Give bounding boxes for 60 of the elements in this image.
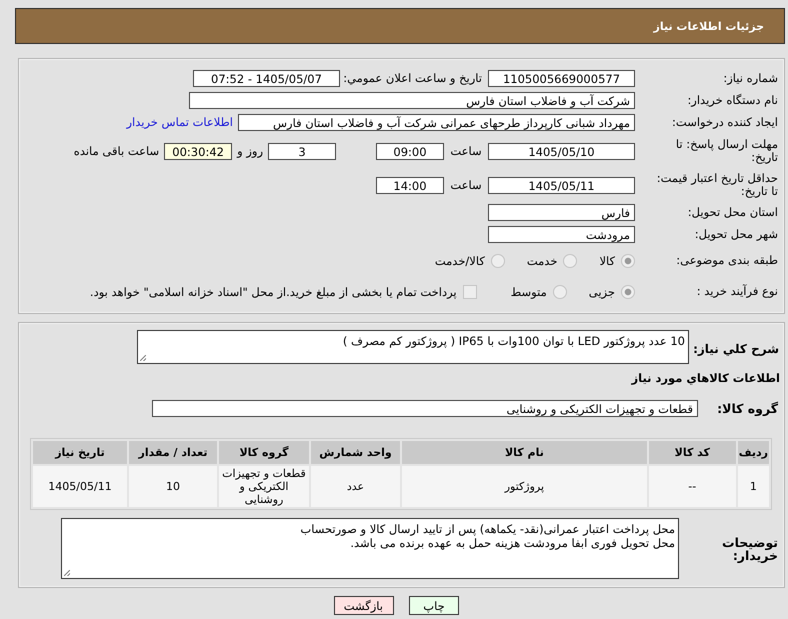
description-text: 10 عدد پروژکتور LED با توان 100وات با IP65 ( پروژکتور کم مصرف ) [342,334,685,348]
column-header: گروه کالا [219,441,309,464]
countdown-field: 00:30:42 [164,142,232,160]
field-label: نام دستگاه خریدار: [686,94,779,106]
column-header: تعداد / مقدار [129,441,217,464]
column-header: ردیف [738,441,769,464]
value-field: قطعات و تجهیزات الکتریکی و روشنایی [152,400,698,416]
field-label: ساعت باقی مانده [72,144,160,158]
field-label: شرح کلي نیاز: [692,343,780,356]
column-header: واحد شمارش [311,441,400,464]
field-label: شماره نیاز: [722,72,779,84]
contact-link[interactable]: اطلاعات تماس خریدار [126,115,233,129]
field-label: نوع فرآیند خرید : [696,285,779,298]
print-button[interactable]: چاپ [409,596,459,615]
field-label: ساعت [449,178,483,192]
table-cell: 1 [738,466,769,507]
page-title: جزئیات اطلاعات نیاز [654,20,764,32]
checkbox-label: پرداخت تمام یا بخشی از مبلغ خرید.از محل "اسناد خزانه اسلامی" خواهد بود. [90,284,457,298]
table-cell: 1405/05/11 [33,466,127,507]
field-label: تاریخ و ساعت اعلان عمومي: [342,71,482,85]
value-field: 09:00 [376,142,444,160]
value-field: فارس [488,204,635,220]
option-label: کالا/خدمت [434,254,485,268]
option-label: جزیی [588,284,615,298]
field-label: استان محل تحویل: [686,206,779,218]
option-label: کالا [599,254,615,268]
field-label: مهلت ارسال پاسخ: تا تاریخ: [674,138,779,164]
table-cell: عدد [311,466,400,507]
value-field: مرودشت [488,226,635,242]
field-label: توضیحات خریدار: [721,536,779,562]
value-field: شرکت آب و فاضلاب استان فارس [189,92,635,108]
back-button[interactable]: بازگشت [334,596,394,615]
column-header: تاریخ نیاز [33,441,127,464]
column-header: نام کالا [402,441,647,464]
field-label: حداقل تاریخ اعتبار قیمت: تا تاریخ: [656,172,779,198]
field-label: ساعت [449,144,483,158]
notes-text: محل تحویل فوری ابفا مرودشت هزینه حمل به عهده برنده می باشد. [349,536,675,550]
table-cell: 10 [129,466,217,507]
notes-text: محل پرداخت اعتبار عمرانی(نقد- یکماهه) پس از تایید ارسال کالا و صورتحساب [299,522,675,536]
table-cell: قطعات و تجهیزات الکتریکی و روشنایی [219,466,309,507]
field-label: شهر محل تحویل: [694,228,779,240]
value-field: 14:00 [376,176,444,194]
table-cell: -- [648,466,736,507]
column-header: کد کالا [648,441,736,464]
option-label: خدمت [526,254,558,268]
resize-grip-icon [140,355,146,361]
resize-grip-icon [64,570,70,576]
option-label: متوسط [510,284,547,298]
field-label: گروه کالا: [716,402,779,414]
field-label: طبقه بندی موضوعی: [675,254,779,267]
table-cell: پروژکتور [402,466,647,507]
field-label: روز و [236,144,264,158]
section-title: اطلاعات کالاهاي مورد نیاز [630,370,781,385]
value-field: مهرداد شبانی کارپرداز طرحهای عمرانی شرکت آب و فاضلاب استان فارس [238,114,635,130]
value-field: 1405/05/07 - 07:52 [193,70,340,86]
value-field: 1405/05/10 [488,142,635,160]
value-field: 1105005669000577 [488,70,635,86]
value-field: 1405/05/11 [488,176,635,194]
field-label: ایجاد کننده درخواست: [671,116,779,128]
value-field: 3 [268,142,336,160]
